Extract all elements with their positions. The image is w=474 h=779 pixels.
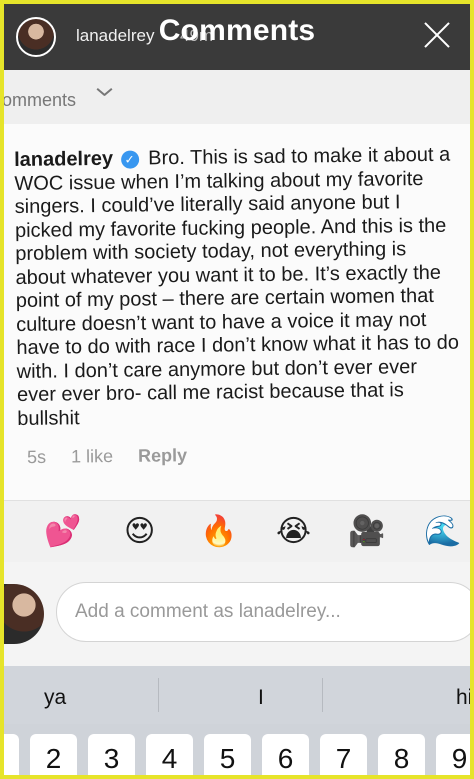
heart-eyes-icon[interactable]: 😍 (124, 514, 155, 550)
crying-face-icon[interactable]: 😭 (276, 514, 311, 550)
key-8[interactable]: 8 (378, 734, 425, 775)
suggestion-1[interactable]: ya (44, 686, 66, 710)
suggestion-divider (158, 678, 159, 712)
screenshot-frame: lanadelrey 49m Comments omments lanadelr… (0, 0, 474, 779)
comment-meta: 5s 1 like Reply (27, 445, 207, 468)
comment-input-placeholder: Add a comment as lanadelrey... (75, 601, 341, 622)
comments-header[interactable]: omments (4, 70, 470, 125)
page-title: Comments (158, 14, 316, 47)
key-3[interactable]: 3 (88, 734, 135, 775)
predictive-bar: ya I hi (4, 666, 470, 724)
verified-badge-icon: ✓ (120, 150, 139, 169)
suggestion-divider (322, 678, 323, 712)
story-header: lanadelrey 49m Comments (4, 4, 470, 70)
key-9[interactable]: 9 (436, 734, 470, 775)
close-icon[interactable] (422, 20, 452, 50)
key-6[interactable]: 6 (262, 734, 309, 775)
key-7[interactable]: 7 (320, 734, 367, 775)
suggestion-3[interactable]: hi (456, 686, 470, 710)
comment-time: 5s (26, 446, 47, 468)
wave-icon[interactable]: 🌊 (424, 514, 461, 550)
comments-label: omments (2, 90, 77, 110)
key-4[interactable]: 4 (146, 734, 193, 775)
movie-camera-icon[interactable]: 🎥 (348, 514, 385, 550)
key-2[interactable]: 2 (30, 734, 77, 775)
two-hearts-icon[interactable]: 💕 (44, 514, 81, 550)
like-count[interactable]: 1 like (71, 446, 113, 467)
reply-button[interactable]: Reply (138, 445, 187, 466)
comment-username[interactable]: lanadelrey (14, 148, 113, 171)
emoji-bar: 💕 😍 🔥 😭 🎥 🌊 (4, 500, 470, 563)
user-avatar (4, 584, 44, 644)
suggestion-2[interactable]: I (258, 686, 264, 710)
fire-icon[interactable]: 🔥 (200, 514, 237, 550)
key-5[interactable]: 5 (204, 734, 251, 775)
comment-input-row: Add a comment as lanadelrey... (4, 562, 470, 666)
comment: lanadelrey ✓ Bro. This is sad to make it… (14, 144, 461, 431)
key-1[interactable]: 1 (4, 734, 19, 775)
chevron-down-icon[interactable] (96, 85, 112, 101)
keyboard: ya I hi 1 2 3 4 5 6 7 8 9 (4, 666, 470, 775)
comment-thread: lanadelrey ✓ Bro. This is sad to make it… (4, 124, 470, 500)
comment-input[interactable]: Add a comment as lanadelrey... (56, 582, 470, 642)
number-row: 1 2 3 4 5 6 7 8 9 (4, 724, 470, 775)
comment-body: Bro. This is sad to make it about a WOC … (14, 143, 460, 430)
